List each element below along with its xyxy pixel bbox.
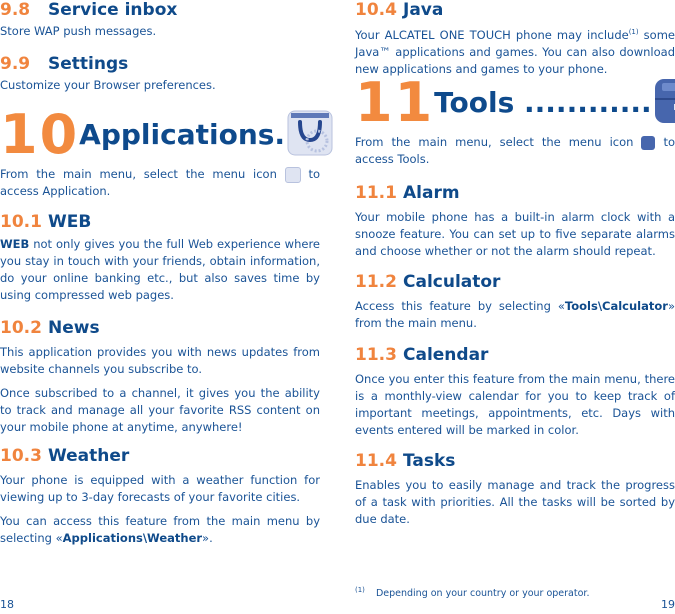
section-title: Calculator <box>403 272 501 292</box>
chapter-intro: From the main menu, select the menu icon… <box>0 166 321 198</box>
section-number: 10.3 <box>0 446 42 466</box>
page-number: 19 <box>661 598 675 611</box>
chapter-number: 11 <box>355 71 435 134</box>
section-number: 10.2 <box>0 318 42 338</box>
chapter-intro: From the main menu, select the menu icon… <box>355 135 675 166</box>
section-title: Alarm <box>403 183 460 203</box>
section-number: 9.9 <box>0 54 31 74</box>
shopping-bag-icon <box>284 166 301 183</box>
section-title: Calendar <box>403 345 489 365</box>
footnote-text: Depending on your country or your operat… <box>375 588 590 600</box>
chapter-title: Applications. <box>79 118 286 151</box>
section-body: Enables you to easily manage and track t… <box>355 478 675 526</box>
section-body: This application provides you with news … <box>0 345 320 376</box>
section-title: News <box>48 318 100 338</box>
section-body: Once subscribed to a channel, it gives y… <box>0 386 320 434</box>
right-page: 10.4 Java Your ALCATEL ONE TOUCH phone ma… <box>355 0 675 614</box>
section-11-3: 11.3 Calendar Once you enter this feature… <box>355 345 675 439</box>
section-title: Service inbox <box>48 0 178 20</box>
section-number: 9.8 <box>0 0 31 20</box>
section-10-3: 10.3 Weather Your phone is equipped with … <box>0 446 320 547</box>
section-11-1: 11.1 Alarm Your mobile phone has a built-… <box>355 183 675 260</box>
chapter-heading-10: 10 Applications. <box>0 103 333 166</box>
section-10-4: 10.4 Java Your ALCATEL ONE TOUCH phone ma… <box>355 0 675 78</box>
section-11-4: 11.4 Tasks Enables you to easily manage a… <box>355 451 675 528</box>
section-title: WEB <box>48 212 92 232</box>
toolbox-icon <box>654 78 675 128</box>
section-body: Your ALCATEL ONE TOUCH phone may include… <box>355 27 675 76</box>
footnote-ref: (1) <box>628 28 639 36</box>
section-10-2: 10.2 News This application provides you w… <box>0 318 320 436</box>
section-body: Once you enter this feature from the mai… <box>355 372 675 437</box>
section-10-1: 10.1 WEB WEB not only gives you the full … <box>0 212 320 304</box>
section-title: Weather <box>48 446 130 466</box>
section-number: 11.3 <box>355 345 397 365</box>
footnote: (1) Depending on your country or your op… <box>355 586 675 599</box>
shopping-bag-icon <box>287 110 333 160</box>
section-title: Settings <box>48 54 129 74</box>
section-title: Tasks <box>403 451 456 471</box>
section-number: 10.4 <box>355 0 397 20</box>
section-number: 11.4 <box>355 451 397 471</box>
section-body: Store WAP push messages. <box>0 24 157 38</box>
section-body: WEB not only gives you the full Web expe… <box>0 237 320 302</box>
chapter-number: 10 <box>0 103 80 166</box>
section-body: Your mobile phone has a built-in alarm c… <box>355 210 675 258</box>
section-number: 11.2 <box>355 272 397 292</box>
section-9-8: 9.8 Service inbox Store WAP push messages… <box>0 0 320 40</box>
section-body: You can access this feature from the mai… <box>0 514 320 545</box>
page-number: 18 <box>0 598 14 611</box>
chapter-heading-11: 11 Tools ............ <box>355 76 675 130</box>
footnote-mark: (1) <box>355 586 365 594</box>
section-body: Customize your Browser preferences. <box>0 78 216 92</box>
chapter-title: Tools ............ <box>434 86 652 119</box>
section-number: 11.1 <box>355 183 397 203</box>
left-page: 9.8 Service inbox Store WAP push messages… <box>0 0 333 614</box>
section-number: 10.1 <box>0 212 42 232</box>
toolbox-icon <box>641 135 656 150</box>
section-body: Access this feature by selecting «Tools\… <box>355 299 675 330</box>
section-9-9: 9.9 Settings Customize your Browser prefe… <box>0 54 320 94</box>
section-title: Java <box>403 0 444 20</box>
section-body: Your phone is equipped with a weather fu… <box>0 473 320 504</box>
section-11-2: 11.2 Calculator Access this feature by se… <box>355 272 675 332</box>
